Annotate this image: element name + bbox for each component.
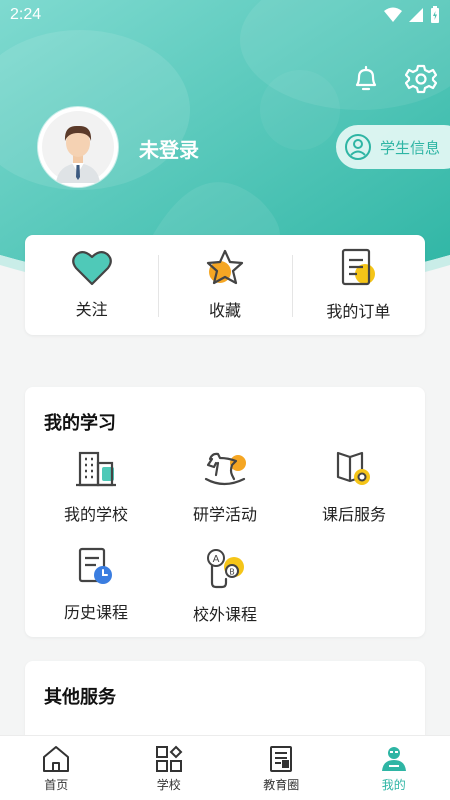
order-icon — [342, 248, 376, 286]
tab-home-label: 首页 — [44, 778, 69, 792]
my-orders-button[interactable]: 我的订单 — [291, 235, 425, 335]
document-clock-icon — [78, 547, 112, 584]
my-study-section: 我的学习 我的学校 研学活动 课后服务 历史课程 A B 校外课程 — [25, 387, 425, 637]
history-courses-button[interactable]: 历史课程 — [31, 547, 161, 623]
signal-icon — [409, 8, 423, 22]
other-services-title: 其他服务 — [44, 687, 116, 708]
settings-button[interactable] — [404, 62, 438, 96]
school-building-icon — [76, 451, 116, 487]
student-info-label: 学生信息 — [380, 138, 441, 157]
default-avatar-icon — [42, 111, 114, 183]
my-orders-label: 我的订单 — [326, 302, 391, 321]
user-circle-icon — [345, 134, 371, 160]
tab-school[interactable]: 学校 — [113, 736, 226, 800]
svg-text:A: A — [213, 554, 220, 565]
favorites-label: 收藏 — [208, 301, 241, 320]
study-activity-label: 研学活动 — [192, 505, 257, 524]
after-school-service-label: 课后服务 — [321, 505, 386, 524]
home-icon — [43, 746, 70, 772]
rocking-horse-icon — [204, 452, 246, 486]
status-bar: 2:24 — [0, 0, 450, 34]
tab-education-circle-label: 教育圈 — [263, 778, 300, 792]
profile-icon — [381, 747, 406, 771]
tab-education-circle[interactable]: 教育圈 — [225, 736, 338, 800]
grid-icon — [155, 745, 183, 772]
notification-button[interactable] — [349, 62, 383, 96]
battery-icon — [431, 6, 439, 23]
quick-actions-card: 关注 收藏 我的订单 — [25, 235, 425, 335]
status-time: 2:24 — [10, 6, 42, 23]
tab-mine-label: 我的 — [381, 778, 406, 792]
outside-courses-label: 校外课程 — [192, 605, 257, 624]
tab-mine[interactable]: 我的 — [338, 736, 450, 800]
tab-home[interactable]: 首页 — [0, 736, 113, 800]
heart-icon — [71, 250, 112, 286]
my-study-title: 我的学习 — [44, 413, 116, 434]
bottom-tab-bar: 首页 学校 教育圈 我的 — [0, 735, 450, 800]
follow-button[interactable]: 关注 — [25, 235, 158, 335]
student-info-button[interactable]: 学生信息 — [336, 125, 450, 169]
book-gear-icon — [336, 451, 370, 485]
star-icon — [206, 249, 244, 285]
route-ab-icon: A B — [207, 549, 244, 589]
my-school-button[interactable]: 我的学校 — [31, 449, 161, 525]
avatar[interactable] — [38, 107, 118, 187]
follow-label: 关注 — [75, 300, 108, 319]
my-school-label: 我的学校 — [63, 505, 128, 524]
tab-school-label: 学校 — [156, 778, 181, 792]
settings-icon — [405, 64, 437, 94]
history-courses-label: 历史课程 — [63, 603, 128, 622]
study-activity-button[interactable]: 研学活动 — [160, 449, 290, 525]
news-icon — [270, 746, 293, 772]
login-status[interactable]: 未登录 — [139, 134, 199, 163]
svg-text:B: B — [229, 568, 235, 577]
bell-icon — [355, 65, 377, 91]
after-school-service-button[interactable]: 课后服务 — [289, 449, 419, 525]
favorites-button[interactable]: 收藏 — [158, 235, 291, 335]
outside-courses-button[interactable]: A B 校外课程 — [160, 547, 290, 625]
wifi-icon — [384, 7, 402, 22]
